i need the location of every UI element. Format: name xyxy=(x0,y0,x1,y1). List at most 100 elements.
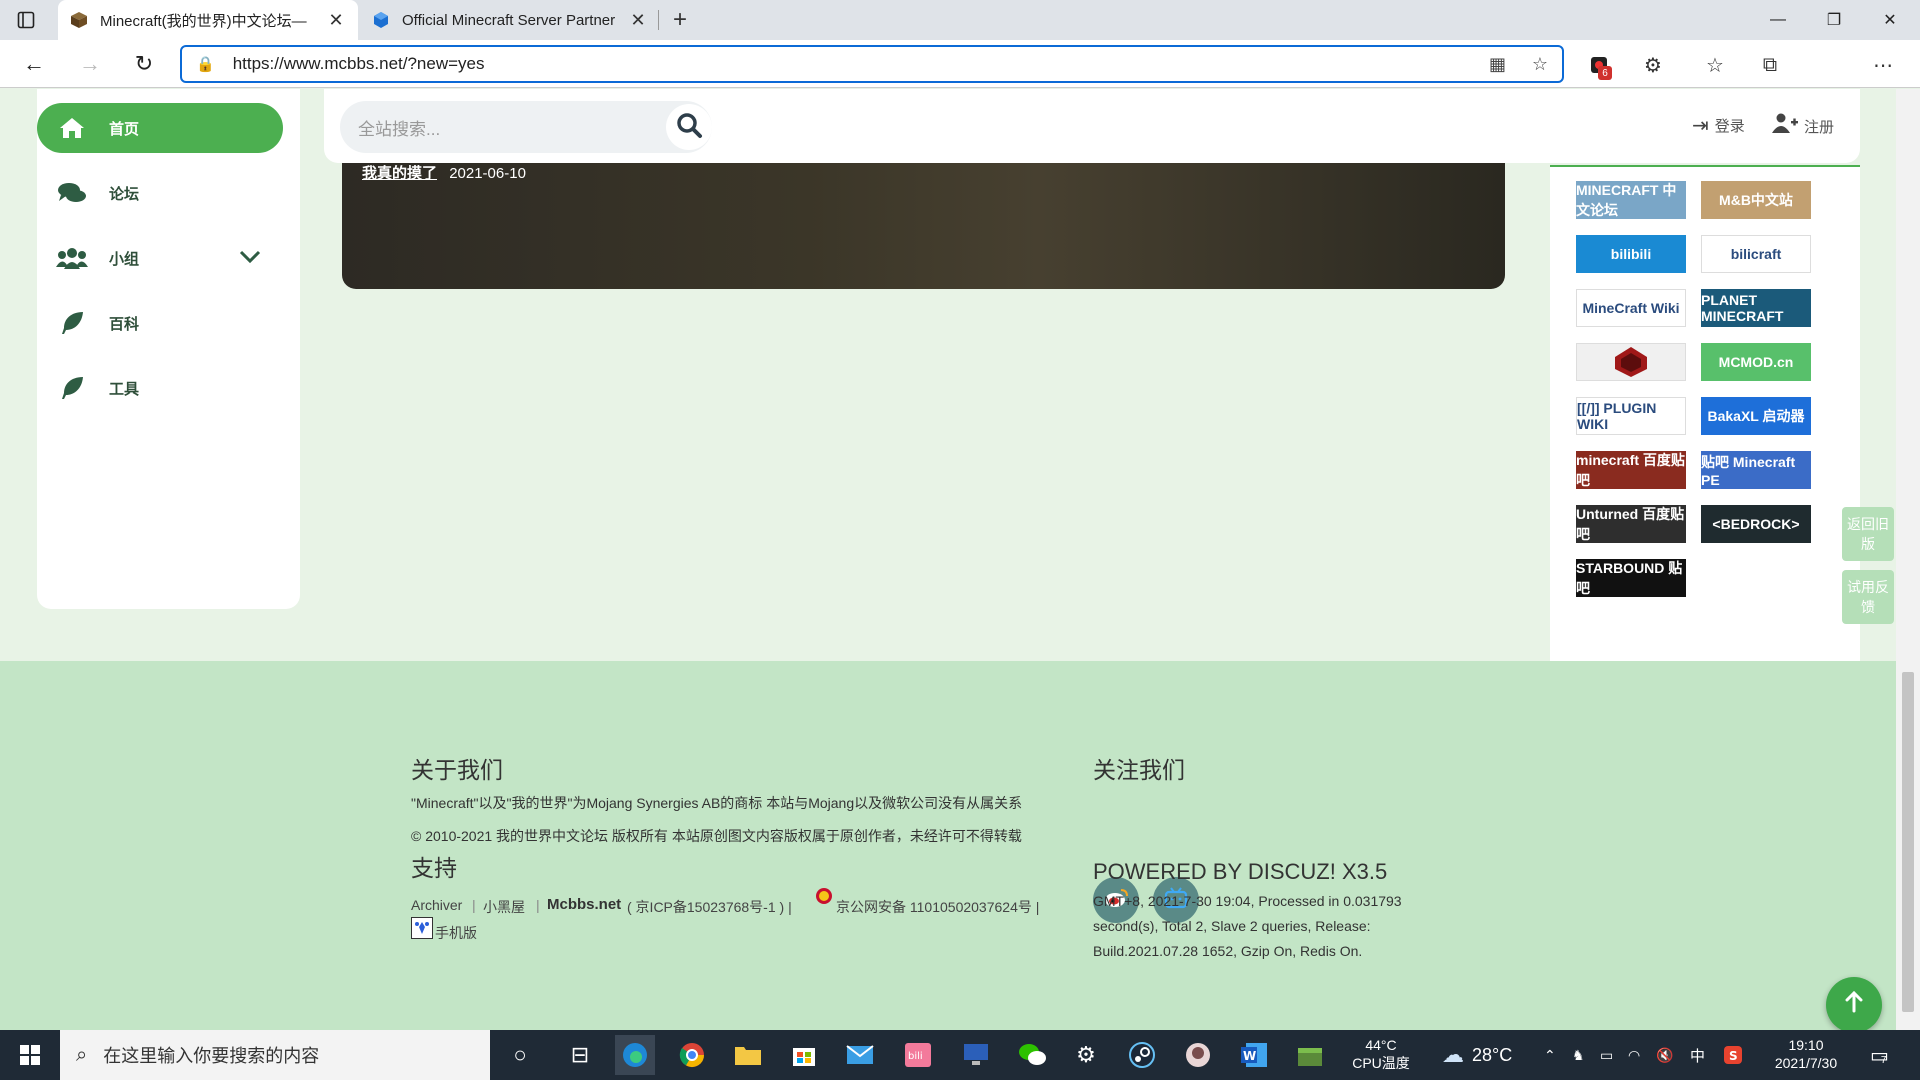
extensions-puzzle-icon[interactable]: ⚙ xyxy=(1640,52,1666,78)
mobile-qr-icon xyxy=(411,917,433,939)
friend-link-logo[interactable]: bilicraft xyxy=(1701,235,1811,273)
feedback-button[interactable]: 试用反馈 xyxy=(1842,570,1894,624)
comments-icon xyxy=(55,179,89,207)
search-placeholder: 全站搜索... xyxy=(358,119,441,139)
sidebar-item-home[interactable]: 首页 xyxy=(37,103,283,153)
police-badge-icon xyxy=(815,887,833,905)
browser-toolbar: ← → ↻ 🔒 https://www.mcbbs.net/?new=yes ▦… xyxy=(0,40,1920,118)
friend-link-logo[interactable]: minecraft 百度贴吧 xyxy=(1576,451,1686,489)
url-text[interactable]: https://www.mcbbs.net/?new=yes xyxy=(233,54,485,74)
friend-link-logo[interactable]: M&B中文站 xyxy=(1701,181,1811,219)
friend-link-logo[interactable]: <BEDROCK> xyxy=(1701,505,1811,543)
tab-separator xyxy=(658,10,659,30)
task-view-icon[interactable]: ⊟ xyxy=(560,1035,600,1075)
friend-link-logo[interactable]: [[/]] PLUGIN WIKI xyxy=(1576,397,1686,435)
sidebar-item-tools[interactable]: 工具 xyxy=(37,363,283,413)
scrollbar-thumb[interactable] xyxy=(1902,672,1914,1012)
banner-caption[interactable]: 我真的摸了 2021-06-10 xyxy=(362,162,526,183)
friend-link-logo[interactable]: PLANET MINECRAFT xyxy=(1701,289,1811,327)
site-name-link[interactable]: Mcbbs.net xyxy=(547,896,621,913)
add-favorite-icon[interactable]: ☆ xyxy=(1532,54,1548,75)
close-tab-icon[interactable]: ✕ xyxy=(628,10,648,31)
friend-link-logo[interactable]: 贴吧 Minecraft PE xyxy=(1701,451,1811,489)
network-icon[interactable]: ◠ xyxy=(1628,1030,1640,1080)
chevron-down-icon[interactable] xyxy=(239,247,261,270)
search-icon: ⌕ xyxy=(76,1043,88,1066)
about-trademark-text: "Minecraft"以及"我的世界"为Mojang Synergies AB的… xyxy=(411,795,1023,811)
cpu-temperature[interactable]: 44°C CPU温度 xyxy=(1348,1036,1414,1072)
edge-taskbar-icon[interactable] xyxy=(615,1035,655,1075)
store-icon[interactable] xyxy=(784,1035,824,1075)
friend-link-logo[interactable]: STARBOUND 贴吧 xyxy=(1576,559,1686,597)
divider: | xyxy=(472,897,476,913)
weather-widget[interactable]: ☁ 28°C xyxy=(1442,1030,1512,1080)
archiver-link[interactable]: Archiver xyxy=(411,897,462,913)
friend-link-logo[interactable]: Unturned 百度贴吧 xyxy=(1576,505,1686,543)
favorites-icon[interactable]: ☆ xyxy=(1702,52,1728,78)
cortana-icon[interactable]: ○ xyxy=(500,1035,540,1075)
restore-icon[interactable]: ❐ xyxy=(1806,0,1862,40)
banner-title[interactable]: 我真的摸了 xyxy=(362,165,437,182)
site-search-input[interactable]: 全站搜索... xyxy=(340,101,712,153)
taskbar: ⌕ 在这里输入你要搜索的内容 ○ ⊟ bili ⚙ W 44°C CPU温度 ☁… xyxy=(0,1030,1920,1080)
tab-mcbbs[interactable]: Minecraft(我的世界)中文论坛— ✕ xyxy=(58,0,358,40)
sidebar-item-groups[interactable]: 小组 xyxy=(37,233,283,283)
start-button[interactable] xyxy=(0,1030,60,1080)
home-icon xyxy=(55,114,89,142)
remote-desktop-icon[interactable] xyxy=(956,1035,996,1075)
wechat-icon[interactable] xyxy=(1012,1035,1052,1075)
forward-icon[interactable]: → xyxy=(74,48,106,80)
friend-link-logo[interactable]: MineCraft Wiki xyxy=(1576,289,1686,327)
friend-link-logo[interactable] xyxy=(1576,343,1686,381)
clock[interactable]: 19:10 2021/7/30 xyxy=(1764,1036,1848,1072)
apps-icon[interactable]: ▦ xyxy=(1489,54,1506,75)
friend-link-logo[interactable]: MINECRAFT 中文论坛 xyxy=(1576,181,1686,219)
sogou-ime-icon[interactable]: S xyxy=(1724,1030,1742,1080)
notification-center-icon[interactable]: ▭ 7 xyxy=(1870,1030,1889,1080)
feather-icon xyxy=(55,374,89,402)
anime-app-icon[interactable] xyxy=(1178,1035,1218,1075)
volume-muted-icon[interactable]: 🔇 xyxy=(1656,1030,1673,1080)
collections-icon[interactable]: ⧉ xyxy=(1757,52,1783,78)
steam-icon[interactable] xyxy=(1122,1035,1162,1075)
close-tab-icon[interactable]: ✕ xyxy=(326,10,346,31)
tab-actions-icon[interactable] xyxy=(14,8,38,32)
close-window-icon[interactable]: ✕ xyxy=(1862,0,1918,40)
input-method-indicator[interactable]: 中 xyxy=(1690,1030,1705,1080)
file-explorer-icon[interactable] xyxy=(728,1035,768,1075)
settings-gear-icon[interactable]: ⚙ xyxy=(1066,1035,1106,1075)
back-to-top-button[interactable] xyxy=(1826,977,1882,1030)
icp-link[interactable]: ( 京ICP备15023768号-1 ) | xyxy=(627,897,792,917)
register-button[interactable]: 注册 xyxy=(1772,113,1834,139)
bilibili-app-icon[interactable]: bili xyxy=(898,1035,938,1075)
sidebar-item-forum[interactable]: 论坛 xyxy=(37,168,283,218)
word-icon[interactable]: W xyxy=(1234,1035,1274,1075)
search-button[interactable] xyxy=(666,104,712,150)
back-to-old-version-button[interactable]: 返回旧版 xyxy=(1842,507,1894,561)
lock-icon[interactable]: 🔒 xyxy=(196,55,215,73)
minecraft-launcher-icon[interactable] xyxy=(1290,1035,1330,1075)
battery-icon[interactable]: ▭ xyxy=(1600,1030,1613,1080)
login-button[interactable]: ⇥ 登录 xyxy=(1692,113,1745,138)
tab-server-partner[interactable]: Official Minecraft Server Partner ✕ xyxy=(360,0,660,40)
more-icon[interactable]: ⋯ xyxy=(1870,52,1896,78)
refresh-icon[interactable]: ↻ xyxy=(128,48,160,80)
back-icon[interactable]: ← xyxy=(18,48,50,80)
address-bar[interactable]: 🔒 https://www.mcbbs.net/?new=yes ▦ ☆ xyxy=(180,45,1564,83)
blacklist-link[interactable]: 小黑屋 xyxy=(483,897,525,917)
mail-icon[interactable] xyxy=(840,1035,880,1075)
show-hidden-icons-icon[interactable]: ⌃ xyxy=(1544,1030,1556,1080)
register-label: 注册 xyxy=(1804,118,1835,136)
friend-link-logo[interactable]: BakaXL 启动器 xyxy=(1701,397,1811,435)
police-registration-link[interactable]: 京公网安备 11010502037624号 | xyxy=(836,897,1039,917)
new-tab-icon[interactable]: + xyxy=(664,4,696,36)
sidebar-item-wiki[interactable]: 百科 xyxy=(37,298,283,348)
friend-link-logo[interactable]: MCMOD.cn xyxy=(1701,343,1811,381)
clock-time: 19:10 xyxy=(1788,1037,1824,1053)
chrome-taskbar-icon[interactable] xyxy=(672,1035,712,1075)
tray-app-icon[interactable]: ♞ xyxy=(1572,1030,1585,1080)
friend-link-logo[interactable]: bilibili xyxy=(1576,235,1686,273)
taskbar-search-input[interactable]: ⌕ 在这里输入你要搜索的内容 xyxy=(60,1030,490,1080)
minimize-icon[interactable]: — xyxy=(1750,0,1806,40)
mobile-version-link[interactable]: 手机版 xyxy=(435,923,477,943)
